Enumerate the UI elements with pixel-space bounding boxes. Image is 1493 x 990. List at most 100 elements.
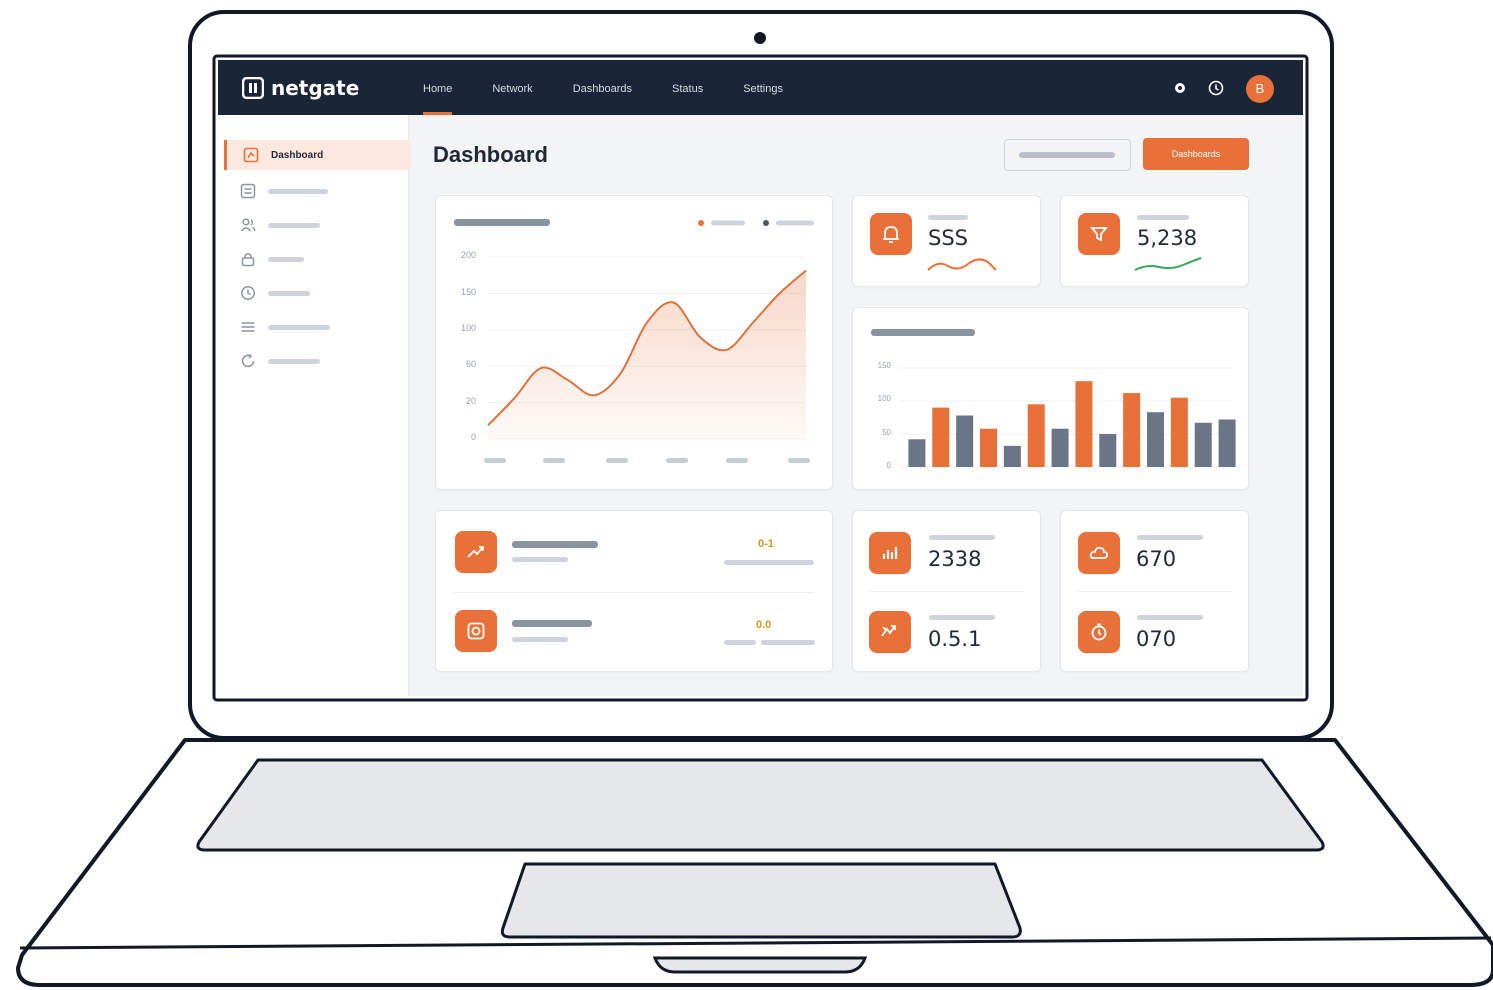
stat-label-placeholder: [929, 615, 995, 620]
clock-icon: [241, 286, 255, 300]
sidebar-item-placeholder: [268, 188, 328, 194]
bar-gray: [1147, 412, 1164, 467]
list-badge: 0-1: [758, 538, 774, 550]
brand-name: netgate: [271, 76, 360, 100]
list-divider: [454, 592, 814, 593]
card-divider: [869, 591, 1024, 592]
image-icon: [467, 622, 485, 640]
x-tick-placeholder: [484, 458, 506, 463]
dashboards-button[interactable]: Dashboards: [1143, 138, 1249, 170]
sidebar-item-grid[interactable]: [224, 176, 408, 206]
bar-orange: [1027, 404, 1045, 467]
refresh-icon: [241, 353, 255, 368]
activity-list-card: 0-1 0.0: [435, 510, 833, 672]
sidebar-item-history[interactable]: [224, 278, 408, 308]
list-subtitle-placeholder: [512, 557, 568, 562]
list-icon-box: [455, 531, 497, 573]
card-divider: [1077, 591, 1232, 592]
bar-orange: [980, 428, 997, 467]
bar-gray: [956, 415, 974, 467]
list-meta-placeholder: [724, 640, 756, 645]
bar-orange: [932, 407, 950, 467]
notification-icon[interactable]: [1208, 80, 1224, 96]
x-tick-placeholder: [606, 458, 628, 463]
dashboard-icon: [243, 147, 259, 163]
bell-icon: [883, 226, 899, 243]
sidebar-item-dashboard[interactable]: Dashboard: [224, 140, 411, 170]
sidebar-item-users[interactable]: [224, 210, 408, 240]
bar-chart-icon: [882, 547, 898, 559]
list-icon-box: [455, 610, 497, 652]
list-title-placeholder: [512, 620, 592, 627]
stat-icon-box: [1078, 611, 1120, 653]
bar-chart-card: 150 100 50 0: [852, 307, 1249, 490]
main-nav: Home Network Dashboards Status Settings: [423, 60, 823, 115]
stat-label-placeholder: [1137, 615, 1203, 620]
bar-gray: [1218, 419, 1236, 467]
cloud-icon: [1089, 546, 1109, 559]
top-navbar: netgate Home Network Dashboards Status S…: [218, 60, 1303, 115]
sidebar-item-list[interactable]: [224, 312, 408, 342]
bar-gray: [1194, 422, 1212, 467]
sidebar-item-placeholder: [268, 222, 320, 228]
netgate-logo-icon: [242, 77, 264, 99]
stat-label-placeholder: [928, 215, 968, 220]
sidebar-item-security[interactable]: [224, 244, 408, 274]
x-tick-placeholder: [788, 458, 810, 463]
x-tick-placeholder: [543, 458, 565, 463]
screen: netgate Home Network Dashboards Status S…: [218, 60, 1303, 696]
sidebar-item-refresh[interactable]: [224, 346, 408, 376]
list-meta-placeholder: [724, 560, 814, 565]
date-range-button[interactable]: [1004, 139, 1131, 171]
trend-icon: [467, 546, 484, 558]
page-title: Dashboard: [433, 142, 548, 167]
nav-network[interactable]: Network: [492, 60, 532, 115]
timer-icon: [1091, 623, 1107, 641]
sidebar-item-placeholder: [268, 290, 310, 296]
list-icon: [241, 322, 255, 332]
nav-settings[interactable]: Settings: [743, 60, 783, 115]
stat-value: 070: [1136, 627, 1177, 651]
line-chart-card: 200 150 100 60 20 0: [435, 195, 833, 490]
users-icon: [240, 218, 256, 232]
bar-orange: [1170, 397, 1188, 467]
x-tick-placeholder: [666, 458, 688, 463]
stat-value: 5,238: [1137, 226, 1198, 250]
stat-card: SSS: [852, 195, 1041, 287]
bar-gray: [1003, 445, 1021, 467]
stats-card: 2338 0.5.1: [852, 510, 1041, 672]
sidebar-item-placeholder: [268, 256, 304, 262]
stat-icon-box: [869, 611, 911, 653]
bar-orange: [1075, 381, 1093, 467]
stat-icon-box: [1078, 532, 1120, 574]
webcam: [754, 32, 766, 44]
bar-chart-plot: [899, 367, 1236, 468]
nav-home[interactable]: Home: [423, 60, 453, 115]
user-avatar[interactable]: B: [1246, 75, 1274, 103]
list-subtitle-placeholder: [512, 637, 568, 642]
sidebar-item-placeholder: [268, 324, 330, 330]
stat-value: 2338: [928, 547, 982, 571]
bar-orange: [1123, 393, 1141, 467]
stat-label-placeholder: [1137, 535, 1203, 540]
nav-dashboards[interactable]: Dashboards: [573, 60, 632, 115]
brand-logo[interactable]: netgate: [242, 76, 359, 100]
shuffle-icon: [881, 625, 896, 637]
stat-label-placeholder: [1137, 215, 1189, 220]
stat-value: 670: [1136, 547, 1177, 571]
sidebar-item-placeholder: [268, 358, 320, 364]
sidebar: Dashboard: [218, 115, 411, 696]
bar-gray: [1099, 434, 1117, 467]
list-meta-placeholder: [761, 640, 815, 645]
stat-card: 5,238: [1060, 195, 1249, 287]
stat-label-placeholder: [929, 535, 995, 540]
list-badge: 0.0: [756, 619, 772, 631]
nav-status[interactable]: Status: [672, 60, 703, 115]
bar-gray: [908, 439, 926, 467]
grid-icon: [240, 183, 256, 199]
list-title-placeholder: [512, 541, 598, 548]
line-area: [488, 270, 806, 439]
bar-gray: [1051, 428, 1069, 467]
gear-icon[interactable]: [1172, 80, 1188, 96]
line-chart-plot: [487, 256, 807, 440]
